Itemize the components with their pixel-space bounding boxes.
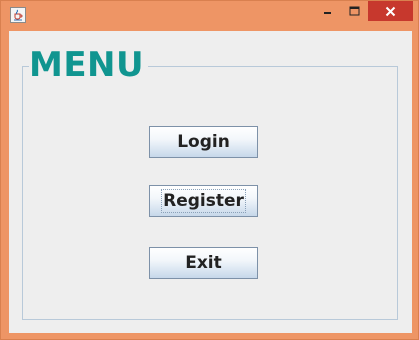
title-bar[interactable] (1, 1, 419, 29)
minimize-icon (324, 12, 331, 14)
close-icon (385, 6, 396, 16)
menu-title: MENU (29, 45, 149, 85)
maximize-icon (349, 6, 359, 16)
exit-button[interactable]: Exit (149, 247, 258, 279)
register-button-label: Register (161, 189, 246, 213)
minimize-button[interactable] (315, 1, 341, 21)
application-window: MENU Login Register Exit (0, 0, 419, 340)
login-button-label: Login (177, 132, 230, 152)
java-cup-icon[interactable] (10, 7, 26, 23)
register-button[interactable]: Register (149, 185, 258, 217)
login-button[interactable]: Login (149, 126, 258, 158)
client-area: MENU Login Register Exit (9, 31, 412, 333)
close-button[interactable] (368, 1, 413, 21)
exit-button-label: Exit (185, 253, 222, 273)
maximize-button[interactable] (341, 1, 368, 21)
